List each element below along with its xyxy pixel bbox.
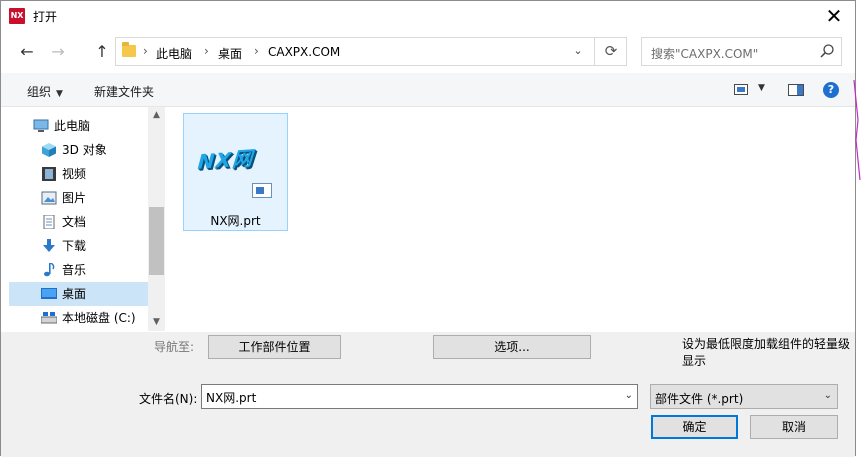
sidebar-item-label: 3D 对象: [62, 143, 107, 157]
sidebar-item-music[interactable]: 音乐: [9, 258, 148, 282]
nx-app-icon: NX: [9, 8, 25, 24]
file-list: NX网 NX网.prt: [165, 107, 853, 331]
sidebar-scrollbar[interactable]: ▲ ▼: [148, 107, 165, 331]
address-bar[interactable]: › 此电脑 › 桌面 › CAXPX.COM ⌄ ⟳: [115, 37, 627, 66]
title-bar: NX 打开 ✕: [1, 1, 855, 31]
search-icon[interactable]: [819, 43, 835, 59]
close-button[interactable]: ✕: [821, 3, 847, 29]
breadcrumb-this-pc[interactable]: 此电脑: [156, 45, 192, 62]
music-icon: [44, 263, 55, 277]
search-input[interactable]: 搜索"CAXPX.COM": [641, 37, 842, 66]
sidebar-item-label: 桌面: [62, 287, 87, 301]
search-placeholder: 搜索"CAXPX.COM": [651, 47, 759, 61]
back-button[interactable]: ←: [17, 42, 37, 62]
navigate-to-label: 导航至:: [154, 340, 195, 354]
sidebar-item-local-disk-c[interactable]: 本地磁盘 (C:): [9, 306, 148, 330]
window-title: 打开: [33, 10, 58, 24]
document-icon: [43, 215, 55, 229]
scroll-down-icon[interactable]: ▼: [148, 314, 165, 331]
chevron-right-icon: ›: [254, 44, 259, 58]
sidebar-item-3d-objects[interactable]: 3D 对象: [9, 138, 148, 162]
sidebar-item-label: 下载: [62, 239, 87, 253]
background-window-edge: [853, 80, 861, 181]
sidebar-item-label: 图片: [62, 191, 87, 205]
sidebar-item-label: 本地磁盘 (C:): [62, 311, 136, 325]
scroll-up-icon[interactable]: ▲: [148, 107, 165, 124]
open-file-dialog: NX 打开 ✕ ← → ↑ › 此电脑 › 桌面 › CAXPX.COM ⌄ ⟳…: [0, 0, 856, 457]
picture-icon: [41, 191, 57, 205]
filetype-select[interactable]: 部件文件 (*.prt) ⌄: [650, 384, 838, 409]
nx-logo: NX网: [196, 146, 255, 174]
new-folder-button[interactable]: 新建文件夹: [94, 83, 154, 100]
cube-icon: [42, 143, 56, 157]
cancel-button[interactable]: 取消: [750, 415, 838, 439]
filename-label: 文件名(N):: [139, 392, 198, 406]
filetype-value: 部件文件 (*.prt): [655, 392, 744, 406]
navigation-pane: 此电脑 3D 对象 视频 图片 文档 下载 音乐 桌面 本地磁盘 (C:) ▲ …: [9, 107, 165, 331]
breadcrumb-caxpx[interactable]: CAXPX.COM: [268, 45, 340, 59]
organize-label: 组织: [27, 85, 52, 99]
sidebar-item-label: 音乐: [62, 263, 87, 277]
download-icon: [43, 239, 55, 252]
up-button[interactable]: ↑: [92, 42, 112, 62]
breadcrumb-desktop[interactable]: 桌面: [218, 45, 242, 62]
file-item[interactable]: NX网 NX网.prt: [183, 113, 288, 231]
sidebar-item-downloads[interactable]: 下载: [9, 234, 148, 258]
sidebar-item-desktop[interactable]: 桌面: [9, 282, 148, 306]
forward-button[interactable]: →: [48, 42, 68, 62]
navigation-bar: ← → ↑ › 此电脑 › 桌面 › CAXPX.COM ⌄ ⟳ 搜索"CAXP…: [1, 33, 855, 71]
filename-field[interactable]: NX网.prt ⌄: [201, 384, 638, 409]
dropdown-arrow-icon: ▼: [56, 89, 63, 99]
view-options-icon[interactable]: [734, 84, 748, 95]
command-toolbar: 组织 ▼ 新建文件夹 ▼ ?: [1, 73, 855, 107]
part-file-icon: [252, 183, 272, 198]
folder-icon: [122, 42, 136, 57]
file-thumbnail: NX网: [194, 122, 278, 202]
sidebar-item-pictures[interactable]: 图片: [9, 186, 148, 210]
organize-menu[interactable]: 组织 ▼: [27, 83, 63, 100]
work-part-location-button[interactable]: 工作部件位置: [208, 335, 341, 359]
dialog-footer: 导航至: 工作部件位置 选项... 设为最低限度加载组件的轻量级显示 文件名(N…: [1, 332, 855, 457]
filename-value: NX网.prt: [206, 391, 257, 405]
chevron-down-icon[interactable]: ⌄: [625, 390, 633, 401]
desktop-icon: [41, 288, 57, 299]
help-icon[interactable]: ?: [823, 82, 839, 98]
chevron-down-icon[interactable]: ⌄: [570, 44, 586, 57]
ok-button[interactable]: 确定: [651, 415, 738, 439]
chevron-right-icon: ›: [143, 44, 148, 58]
sidebar-item-label: 文档: [62, 215, 87, 229]
chevron-right-icon: ›: [204, 44, 209, 58]
sidebar-item-this-pc[interactable]: 此电脑: [9, 114, 148, 138]
options-button[interactable]: 选项...: [433, 335, 591, 359]
lightweight-display-text: 设为最低限度加载组件的轻量级显示: [682, 337, 851, 368]
sidebar-item-documents[interactable]: 文档: [9, 210, 148, 234]
sidebar-item-label: 视频: [62, 167, 87, 181]
drive-icon: [41, 312, 57, 324]
chevron-down-icon: ⌄: [823, 390, 832, 401]
view-dropdown-arrow-icon[interactable]: ▼: [758, 83, 765, 93]
scrollbar-thumb[interactable]: [149, 207, 164, 275]
preview-pane-icon[interactable]: [788, 84, 804, 96]
refresh-button[interactable]: ⟳: [594, 38, 627, 65]
sidebar-item-videos[interactable]: 视频: [9, 162, 148, 186]
video-icon: [42, 167, 56, 181]
sidebar-item-label: 此电脑: [54, 119, 91, 133]
computer-icon: [33, 119, 49, 132]
file-name: NX网.prt: [210, 214, 261, 228]
